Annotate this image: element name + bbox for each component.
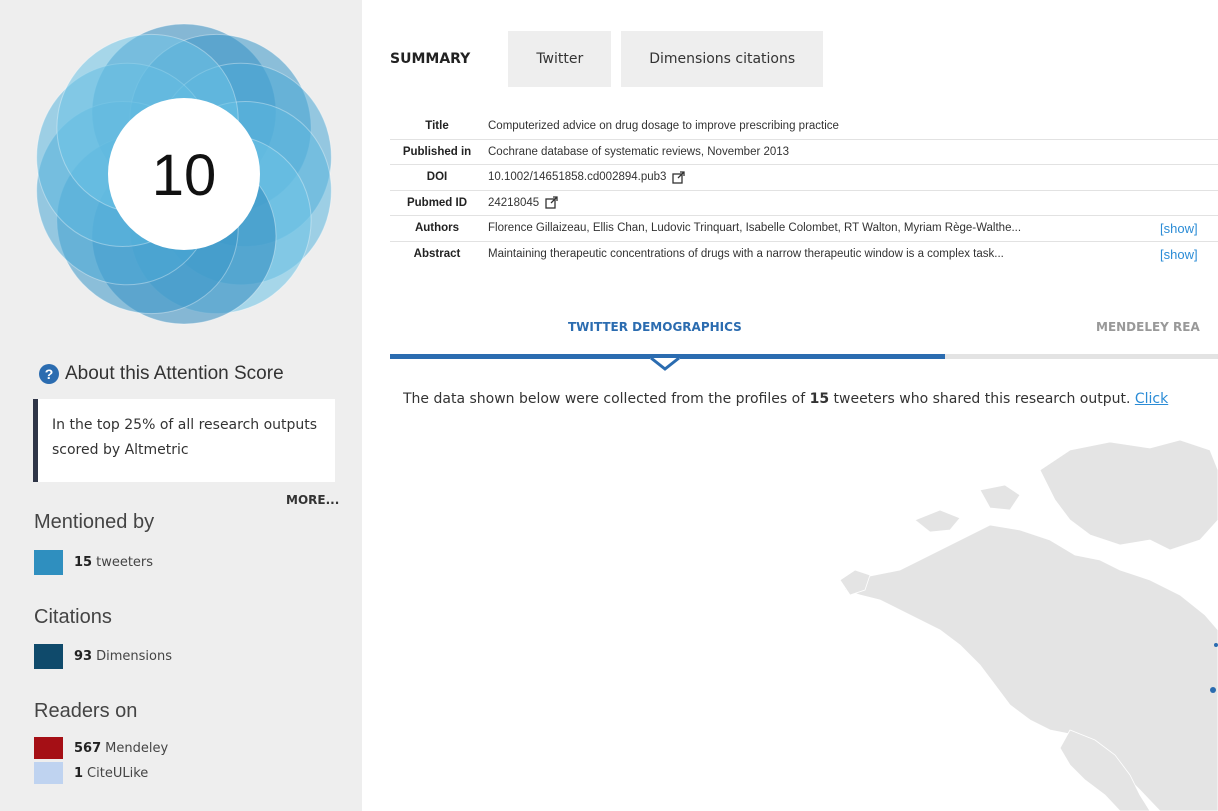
dimensions-swatch	[34, 644, 63, 669]
data-description: The data shown below were collected from…	[403, 391, 1218, 407]
tab-twitter[interactable]: Twitter	[508, 31, 612, 87]
published-label: Published in	[402, 145, 472, 158]
abstract-value: Maintaining therapeutic concentrations o…	[488, 248, 1004, 261]
summary-row-doi: DOI 10.1002/14651858.cd002894.pub3	[390, 165, 1218, 191]
active-tab-pointer-icon	[650, 358, 680, 371]
tab-dimensions-citations[interactable]: Dimensions citations	[621, 31, 824, 87]
summary-table: Title Computerized advice on drug dosage…	[390, 114, 1218, 267]
summary-row-published: Published in Cochrane database of system…	[390, 140, 1218, 165]
title-value: Computerized advice on drug dosage to im…	[488, 120, 839, 133]
citeulike-swatch	[34, 762, 63, 784]
mendeley-swatch	[34, 737, 63, 759]
about-attention-score-link[interactable]: ? About this Attention Score	[39, 363, 284, 385]
tweeters-label: tweeters	[96, 555, 154, 570]
attention-score-value: 10	[152, 143, 217, 208]
sidebar: 10 ? About this Attention Score In the t…	[0, 0, 362, 811]
citeulike-count: 1	[74, 765, 84, 781]
tweeters-swatch	[34, 550, 63, 575]
summary-row-abstract: Abstract Maintaining therapeutic concent…	[390, 242, 1218, 268]
published-value: Cochrane database of systematic reviews,…	[488, 145, 790, 158]
attention-score-donut: 10	[36, 23, 332, 325]
citeulike-label: CiteULike	[87, 765, 149, 781]
more-link[interactable]: MORE...	[286, 493, 339, 507]
data-description-prefix: The data shown below were collected from…	[403, 391, 810, 407]
mendeley-count: 567	[74, 740, 102, 756]
doi-label: DOI	[426, 171, 448, 184]
readers-on-heading: Readers on	[34, 700, 138, 722]
title-label: Title	[425, 120, 449, 133]
mentioned-tweeters-row[interactable]: 15 tweeters	[34, 550, 153, 575]
pubmed-value-wrap: 24218045	[484, 196, 1218, 209]
tweeters-count: 15	[74, 555, 93, 570]
tab-bar: SUMMARY Twitter Dimensions citations	[362, 31, 833, 87]
score-context-box: In the top 25% of all research outputs s…	[33, 399, 335, 482]
abstract-show-link[interactable]: [show]	[1160, 247, 1198, 262]
authors-value-wrap: Florence Gillaizeau, Ellis Chan, Ludovic…	[484, 222, 1144, 234]
data-description-suffix: tweeters who shared this research output…	[829, 391, 1135, 407]
data-description-count: 15	[809, 391, 830, 407]
external-link-icon[interactable]	[672, 171, 686, 184]
citations-heading: Citations	[34, 606, 112, 628]
authors-label: Authors	[414, 222, 460, 235]
doi-value: 10.1002/14651858.cd002894.pub3	[488, 171, 667, 184]
readers-citeulike-row[interactable]: 1 CiteULike	[34, 762, 148, 784]
score-context-text: In the top 25% of all research outputs s…	[52, 417, 318, 458]
tab-summary[interactable]: SUMMARY	[362, 31, 499, 87]
dimensions-count: 93	[74, 649, 93, 664]
mendeley-label: Mendeley	[105, 740, 169, 756]
demographics-tabs: TWITTER DEMOGRAPHICS MENDELEY REA	[390, 320, 1218, 371]
authors-show-link[interactable]: [show]	[1160, 221, 1198, 236]
abstract-value-wrap: Maintaining therapeutic concentrations o…	[484, 248, 1144, 260]
dimensions-label: Dimensions	[96, 649, 172, 664]
summary-row-title: Title Computerized advice on drug dosage…	[390, 114, 1218, 140]
tab-twitter-demographics[interactable]: TWITTER DEMOGRAPHICS	[568, 320, 742, 334]
question-icon: ?	[39, 364, 59, 384]
published-value-wrap: Cochrane database of systematic reviews,…	[484, 146, 1218, 158]
doi-value-wrap: 10.1002/14651858.cd002894.pub3	[484, 171, 1218, 184]
summary-row-pubmed: Pubmed ID 24218045	[390, 191, 1218, 216]
about-attention-score-label: About this Attention Score	[65, 363, 284, 384]
pubmed-value: 24218045	[488, 196, 540, 209]
citations-dimensions-row[interactable]: 93 Dimensions	[34, 644, 172, 669]
abstract-label: Abstract	[413, 248, 461, 261]
tweeter-world-map	[839, 439, 1218, 811]
inactive-tab-underline	[945, 354, 1218, 359]
mentioned-by-heading: Mentioned by	[34, 511, 155, 533]
pubmed-label: Pubmed ID	[406, 196, 468, 209]
readers-mendeley-row[interactable]: 567 Mendeley	[34, 737, 168, 759]
summary-row-authors: Authors Florence Gillaizeau, Ellis Chan,…	[390, 216, 1218, 242]
external-link-icon[interactable]	[545, 196, 558, 209]
title-value-wrap: Computerized advice on drug dosage to im…	[484, 120, 1218, 132]
tab-mendeley-readers[interactable]: MENDELEY REA	[1096, 320, 1200, 334]
click-link[interactable]: Click	[1135, 391, 1168, 407]
authors-value: Florence Gillaizeau, Ellis Chan, Ludovic…	[488, 222, 1022, 235]
